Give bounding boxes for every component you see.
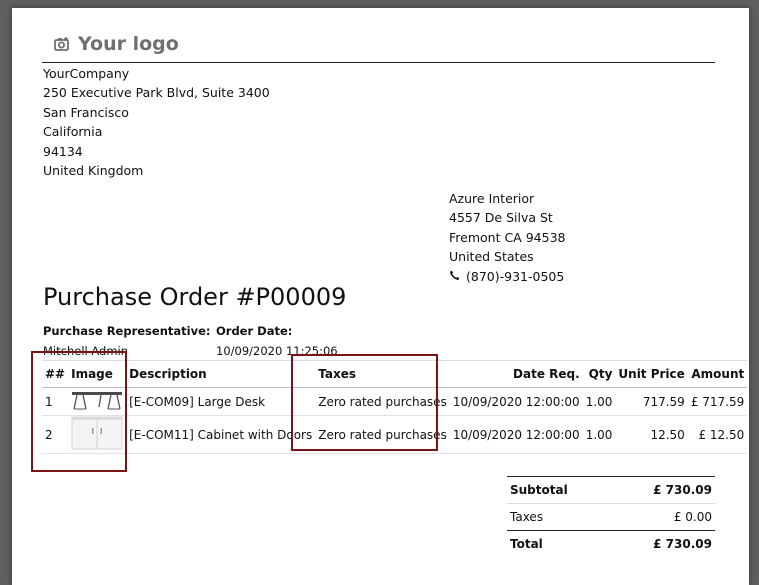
rep-label: Purchase Representative: bbox=[43, 324, 211, 338]
vendor-country: United States bbox=[449, 249, 534, 265]
total-value: £ 730.09 bbox=[610, 530, 715, 557]
vendor-name: Azure Interior bbox=[449, 191, 535, 206]
company-zip: 94134 bbox=[43, 143, 83, 159]
row-date-req: 10/09/2020 12:00:00 bbox=[449, 415, 583, 454]
subtotal-row: Subtotal £ 730.09 bbox=[507, 476, 715, 504]
col-header-date-req: Date Req. bbox=[449, 360, 583, 388]
company-state: California bbox=[43, 124, 103, 140]
row-unit-price: 717.59 bbox=[615, 387, 688, 416]
company-city: San Francisco bbox=[43, 104, 129, 120]
vendor-phone: (870)-931-0505 bbox=[449, 267, 565, 286]
header-divider bbox=[42, 62, 715, 63]
order-date-label: Order Date: bbox=[216, 324, 293, 338]
camera-plus-icon bbox=[54, 37, 70, 51]
vendor-city: Fremont CA 94538 bbox=[449, 229, 566, 245]
image-column-highlight bbox=[31, 351, 127, 472]
vendor-street: 4557 De Silva St bbox=[449, 210, 553, 226]
total-row: Total £ 730.09 bbox=[507, 530, 715, 557]
page-title: Purchase Order #P00009 bbox=[43, 283, 347, 311]
vendor-phone-number: (870)-931-0505 bbox=[466, 268, 565, 284]
taxes-value: £ 0.00 bbox=[610, 503, 715, 531]
subtotal-value: £ 730.09 bbox=[610, 476, 715, 504]
col-header-description: Description bbox=[126, 360, 316, 388]
row-description: [E-COM11] Cabinet with Doors bbox=[126, 415, 316, 454]
col-header-amount: Amount bbox=[687, 360, 748, 388]
col-header-unit-price: Unit Price bbox=[615, 360, 688, 388]
phone-icon bbox=[449, 267, 460, 286]
taxes-column-highlight bbox=[291, 354, 438, 451]
total-label: Total bbox=[507, 530, 611, 557]
col-header-qty: Qty bbox=[582, 360, 616, 388]
company-street: 250 Executive Park Blvd, Suite 3400 bbox=[43, 85, 270, 101]
row-date-req: 10/09/2020 12:00:00 bbox=[449, 387, 583, 416]
taxes-label: Taxes bbox=[507, 503, 611, 531]
row-amount: £ 717.59 bbox=[687, 387, 748, 416]
row-description: [E-COM09] Large Desk bbox=[126, 387, 316, 416]
row-qty: 1.00 bbox=[582, 415, 616, 454]
company-name: YourCompany bbox=[43, 66, 130, 81]
row-qty: 1.00 bbox=[582, 387, 616, 416]
totals-table: Subtotal £ 730.09 Taxes £ 0.00 Total £ 7… bbox=[507, 476, 715, 557]
logo-text: Your logo bbox=[78, 33, 179, 55]
taxes-row: Taxes £ 0.00 bbox=[507, 503, 715, 531]
document-page: Your logo YourCompany 250 Executive Park… bbox=[12, 8, 749, 585]
company-address: YourCompany 250 Executive Park Blvd, Sui… bbox=[43, 64, 270, 180]
company-country: United Kingdom bbox=[43, 163, 144, 179]
vendor-address: Azure Interior 4557 De Silva St Fremont … bbox=[449, 189, 565, 286]
row-amount: £ 12.50 bbox=[687, 415, 748, 454]
subtotal-label: Subtotal bbox=[507, 476, 611, 504]
row-unit-price: 12.50 bbox=[615, 415, 688, 454]
order-date: Order Date: 10/09/2020 11:25:06 bbox=[216, 324, 338, 358]
company-logo: Your logo bbox=[54, 33, 179, 55]
